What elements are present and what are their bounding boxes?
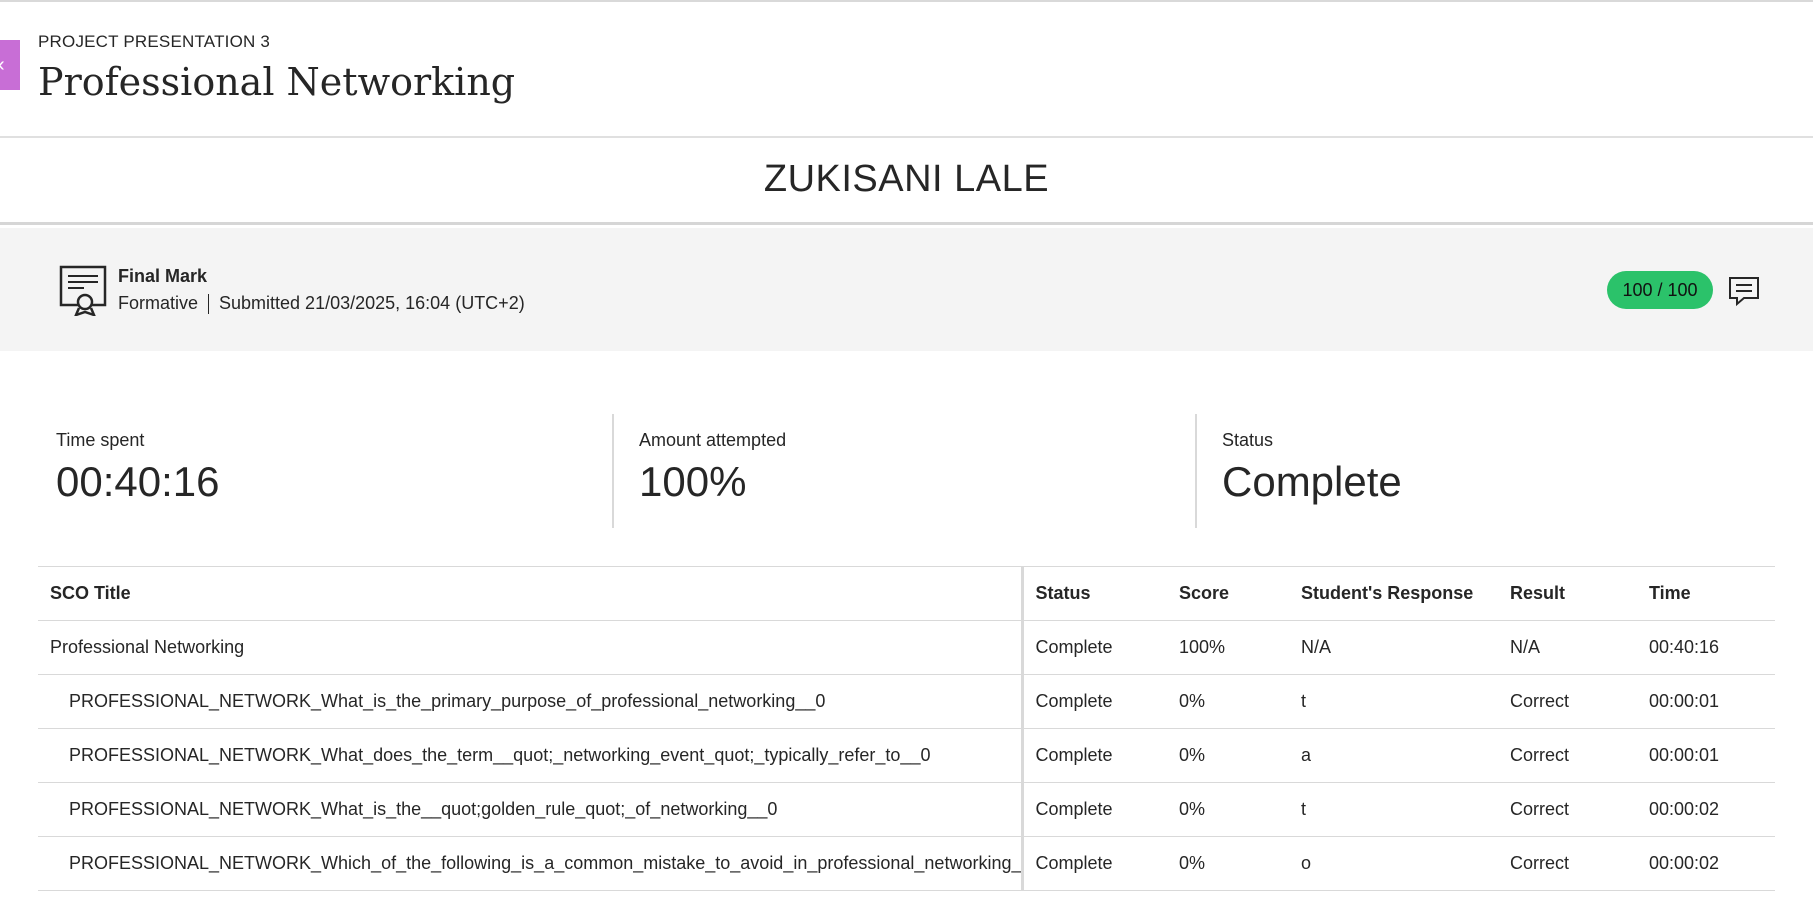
- column-header-status[interactable]: Status: [1022, 566, 1167, 621]
- column-header-response[interactable]: Student's Response: [1289, 566, 1498, 621]
- cell-status: Complete: [1022, 674, 1167, 729]
- cell-status: Complete: [1022, 836, 1167, 891]
- cell-sco-title: PROFESSIONAL_NETWORK_What_does_the_term_…: [38, 728, 1024, 783]
- cell-sco-title: PROFESSIONAL_NETWORK_What_is_the__quot;g…: [38, 782, 1024, 837]
- cell-time: 00:00:02: [1637, 782, 1775, 837]
- column-header-time[interactable]: Time: [1637, 566, 1775, 621]
- stat-value: 100%: [639, 458, 747, 505]
- cell-sco-title: PROFESSIONAL_NETWORK_What_is_the_primary…: [38, 674, 1024, 729]
- column-header-result[interactable]: Result: [1498, 566, 1637, 621]
- stat-value: Complete: [1222, 458, 1402, 505]
- student-bar: ZUKISANI LALE: [0, 138, 1813, 225]
- cell-result: Correct: [1498, 836, 1637, 891]
- cell-time: 00:00:01: [1637, 728, 1775, 783]
- score-badge: 100 / 100: [1607, 271, 1713, 309]
- stat-status: Status Complete: [1204, 414, 1774, 528]
- table-row: PROFESSIONAL_NETWORK_Which_of_the_follow…: [38, 836, 1775, 891]
- page-overline: PROJECT PRESENTATION 3: [38, 32, 271, 51]
- cell-response: t: [1289, 782, 1498, 837]
- column-header-score[interactable]: Score: [1167, 566, 1289, 621]
- final-mark-meta: Formative Submitted 21/03/2025, 16:04 (U…: [118, 293, 525, 314]
- chevron-left-icon: ‹: [0, 40, 20, 90]
- mark-type: Formative: [118, 293, 199, 313]
- stat-value: 00:40:16: [56, 458, 220, 505]
- submitted-date: Submitted 21/03/2025, 16:04 (UTC+2): [219, 293, 525, 313]
- table-row: Professional Networking Complete 100% N/…: [38, 620, 1775, 675]
- stat-amount-attempted: Amount attempted 100%: [621, 414, 1191, 528]
- student-name: ZUKISANI LALE: [763, 158, 1050, 200]
- cell-response: t: [1289, 674, 1498, 729]
- cell-time: 00:00:01: [1637, 674, 1775, 729]
- stat-label: Time spent: [56, 430, 145, 450]
- table-row: PROFESSIONAL_NETWORK_What_does_the_term_…: [38, 728, 1775, 783]
- cell-time: 00:00:02: [1637, 836, 1775, 891]
- certificate-icon: [59, 265, 107, 316]
- column-header-sco-title[interactable]: SCO Title: [38, 566, 1024, 621]
- attempt-stats: Time spent 00:40:16 Amount attempted 100…: [38, 414, 1778, 528]
- cell-sco-title: Professional Networking: [38, 620, 1024, 675]
- cell-time: 00:40:16: [1637, 620, 1775, 675]
- page-title: Professional Networking: [38, 60, 516, 104]
- cell-score: 0%: [1167, 836, 1289, 891]
- comment-icon[interactable]: [1727, 274, 1761, 308]
- cell-score: 0%: [1167, 782, 1289, 837]
- cell-score: 100%: [1167, 620, 1289, 675]
- table-row: PROFESSIONAL_NETWORK_What_is_the__quot;g…: [38, 782, 1775, 837]
- stat-divider: [1195, 414, 1197, 528]
- cell-status: Complete: [1022, 728, 1167, 783]
- cell-response: N/A: [1289, 620, 1498, 675]
- meta-divider: [208, 293, 210, 314]
- cell-result: Correct: [1498, 782, 1637, 837]
- stat-label: Amount attempted: [639, 430, 787, 450]
- stat-divider: [612, 414, 614, 528]
- back-button[interactable]: ‹: [0, 40, 20, 90]
- sco-table: SCO Title Status Score Student's Respons…: [38, 566, 1775, 891]
- cell-score: 0%: [1167, 728, 1289, 783]
- table-row: PROFESSIONAL_NETWORK_What_is_the_primary…: [38, 674, 1775, 729]
- cell-score: 0%: [1167, 674, 1289, 729]
- cell-status: Complete: [1022, 782, 1167, 837]
- cell-status: Complete: [1022, 620, 1167, 675]
- cell-sco-title: PROFESSIONAL_NETWORK_Which_of_the_follow…: [38, 836, 1024, 891]
- cell-response: a: [1289, 728, 1498, 783]
- cell-response: o: [1289, 836, 1498, 891]
- page-header: PROJECT PRESENTATION 3 Professional Netw…: [0, 2, 1813, 138]
- final-mark-label: Final Mark: [118, 266, 208, 286]
- table-header-row: SCO Title Status Score Student's Respons…: [38, 566, 1775, 621]
- cell-result: N/A: [1498, 620, 1637, 675]
- stat-label: Status: [1222, 430, 1274, 450]
- stat-time-spent: Time spent 00:40:16: [38, 414, 608, 528]
- cell-result: Correct: [1498, 728, 1637, 783]
- final-mark-panel: Final Mark Formative Submitted 21/03/202…: [0, 228, 1813, 351]
- cell-result: Correct: [1498, 674, 1637, 729]
